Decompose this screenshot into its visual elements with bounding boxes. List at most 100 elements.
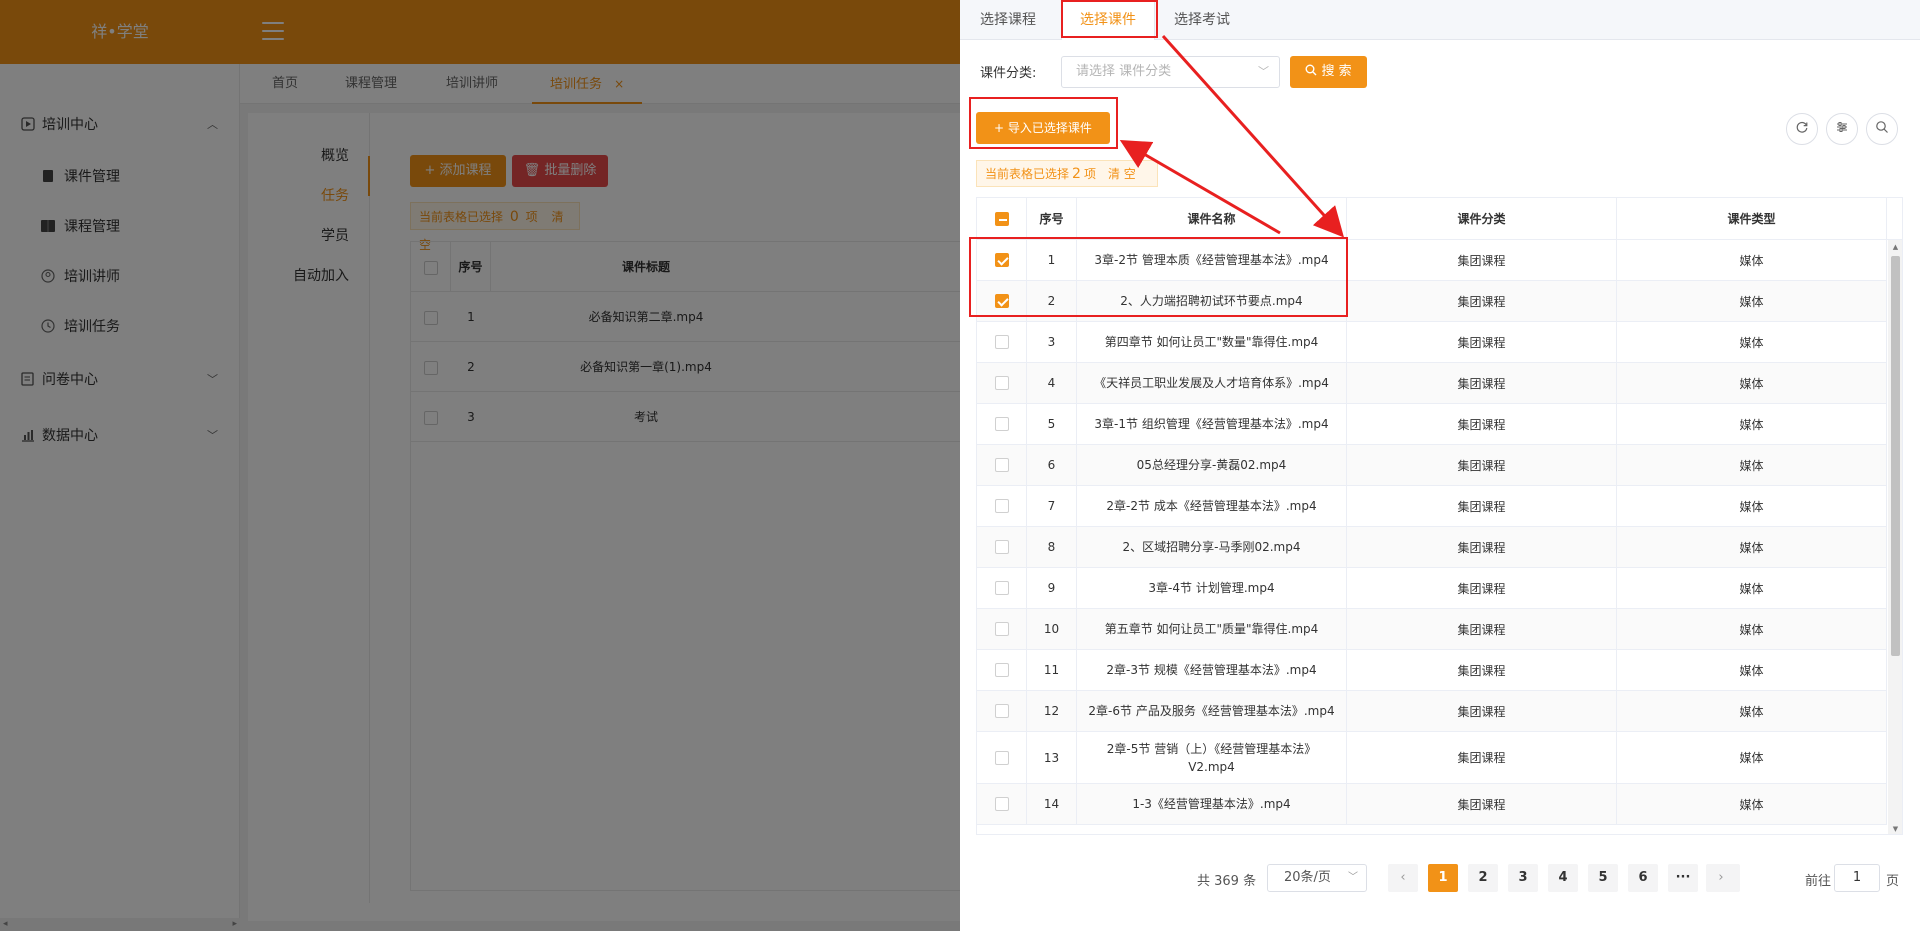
row-checkbox[interactable] (994, 540, 1009, 554)
table-row[interactable]: 14 1-3《经营管理基本法》.mp4 集团课程 媒体 (977, 784, 1887, 825)
table-row[interactable]: 3 第四章节 如何让员工"数量"靠得住.mp4 集团课程 媒体 (977, 322, 1887, 363)
table-row[interactable]: 13 2章-5节 营销（上）《经营管理基本法》V2.mp4 集团课程 媒体 (977, 732, 1887, 784)
chevron-left-icon: ‹ (1400, 870, 1406, 885)
row-checkbox[interactable] (994, 253, 1009, 267)
row-type: 媒体 (1617, 240, 1887, 280)
goto-page-input[interactable]: 1 (1834, 864, 1880, 892)
row-type: 媒体 (1617, 363, 1887, 403)
row-courseware-name: 3章-2节 管理本质《经营管理基本法》.mp4 (1077, 240, 1347, 280)
column-header-type: 课件类型 (1617, 198, 1887, 239)
table-row[interactable]: 2 2、人力端招聘初试环节要点.mp4 集团课程 媒体 (977, 281, 1887, 322)
column-header-name: 课件名称 (1077, 198, 1347, 239)
row-type: 媒体 (1617, 281, 1887, 321)
row-index: 10 (1027, 609, 1077, 649)
import-selected-button[interactable]: + 导入已选择课件 (976, 112, 1110, 144)
table-row[interactable]: 5 3章-1节 组织管理《经营管理基本法》.mp4 集团课程 媒体 (977, 404, 1887, 445)
row-checkbox[interactable] (994, 417, 1009, 431)
plus-icon: + (994, 121, 1008, 135)
page-button[interactable]: 5 (1588, 864, 1618, 892)
prev-page-button[interactable]: ‹ (1388, 864, 1418, 892)
scroll-up-icon[interactable]: ▲ (1888, 241, 1902, 253)
tab-select-exam[interactable]: 选择考试 (1174, 0, 1230, 40)
more-pages-icon[interactable]: ··· (1668, 864, 1698, 892)
row-checkbox[interactable] (994, 499, 1009, 513)
row-checkbox[interactable] (994, 335, 1009, 349)
table-row[interactable]: 4 《天祥员工职业发展及人才培育体系》.mp4 集团课程 媒体 (977, 363, 1887, 404)
chevron-down-icon: ﹀ (1348, 872, 1358, 883)
scroll-down-icon[interactable]: ▼ (1888, 823, 1902, 834)
page-button[interactable]: 2 (1468, 864, 1498, 892)
row-type: 媒体 (1617, 784, 1887, 824)
row-checkbox[interactable] (994, 704, 1009, 718)
column-settings-button[interactable] (1826, 113, 1858, 145)
selection-unit: 项 (1083, 167, 1096, 181)
page-button[interactable]: 1 (1428, 864, 1458, 892)
selection-info: 当前表格已选择 2 项清 空 (976, 160, 1158, 187)
row-checkbox[interactable] (994, 622, 1009, 636)
row-type: 媒体 (1617, 527, 1887, 567)
sliders-icon (1835, 120, 1849, 138)
row-checkbox[interactable] (994, 797, 1009, 811)
row-category: 集团课程 (1347, 240, 1617, 280)
row-category: 集团课程 (1347, 527, 1617, 567)
table-row[interactable]: 11 2章-3节 规模《经营管理基本法》.mp4 集团课程 媒体 (977, 650, 1887, 691)
row-category: 集团课程 (1347, 568, 1617, 608)
row-type: 媒体 (1617, 609, 1887, 649)
goto-page-suffix: 页 (1886, 874, 1900, 889)
category-select[interactable]: 请选择 课件分类 ﹀ (1061, 56, 1280, 88)
row-category: 集团课程 (1347, 784, 1617, 824)
row-category: 集团课程 (1347, 363, 1617, 403)
table-search-button[interactable] (1866, 113, 1898, 145)
row-index: 4 (1027, 363, 1077, 403)
button-label: 搜 索 (1321, 64, 1352, 79)
row-checkbox[interactable] (994, 663, 1009, 677)
page-button[interactable]: 3 (1508, 864, 1538, 892)
row-index: 13 (1027, 732, 1077, 783)
chevron-down-icon: ﹀ (1258, 65, 1269, 78)
table-header: 序号 课件名称 课件分类 课件类型 (977, 198, 1902, 240)
row-index: 12 (1027, 691, 1077, 731)
row-category: 集团课程 (1347, 445, 1617, 485)
row-checkbox[interactable] (994, 376, 1009, 390)
row-type: 媒体 (1617, 732, 1887, 783)
row-courseware-name: 2、区域招聘分享-马季刚02.mp4 (1077, 527, 1347, 567)
row-courseware-name: 《天祥员工职业发展及人才培育体系》.mp4 (1077, 363, 1347, 403)
row-category: 集团课程 (1347, 486, 1617, 526)
row-checkbox[interactable] (994, 458, 1009, 472)
table-row[interactable]: 1 3章-2节 管理本质《经营管理基本法》.mp4 集团课程 媒体 (977, 240, 1887, 281)
table-row[interactable]: 8 2、区域招聘分享-马季刚02.mp4 集团课程 媒体 (977, 527, 1887, 568)
row-type: 媒体 (1617, 486, 1887, 526)
pagination-total: 共 369 条 (1197, 874, 1257, 889)
search-button[interactable]: 搜 索 (1290, 56, 1367, 88)
page-size-select[interactable]: 20条/页 ﹀ (1267, 864, 1367, 892)
next-page-button[interactable]: › (1706, 864, 1736, 892)
drawer-tabs: 选择课程 选择课件 选择考试 (960, 0, 1920, 40)
page-button[interactable]: 4 (1548, 864, 1578, 892)
row-category: 集团课程 (1347, 691, 1617, 731)
vertical-scrollbar[interactable]: ▲ ▼ (1888, 240, 1902, 834)
table-row[interactable]: 7 2章-2节 成本《经营管理基本法》.mp4 集团课程 媒体 (977, 486, 1887, 527)
table-row[interactable]: 6 05总经理分享-黄磊02.mp4 集团课程 媒体 (977, 445, 1887, 486)
table-row[interactable]: 10 第五章节 如何让员工"质量"靠得住.mp4 集团课程 媒体 (977, 609, 1887, 650)
page-button[interactable]: 6 (1628, 864, 1658, 892)
clear-selection-link[interactable]: 清 空 (1108, 167, 1136, 181)
row-index: 2 (1027, 281, 1077, 321)
row-checkbox[interactable] (994, 581, 1009, 595)
courseware-table: 序号 课件名称 课件分类 课件类型 1 3章-2节 管理本质《经营管理基本法》.m… (976, 197, 1903, 835)
row-courseware-name: 2章-5节 营销（上）《经营管理基本法》V2.mp4 (1077, 732, 1347, 783)
row-category: 集团课程 (1347, 650, 1617, 690)
search-icon (1875, 120, 1889, 138)
tab-select-courseware[interactable]: 选择课件 (1061, 0, 1155, 40)
table-row[interactable]: 9 3章-4节 计划管理.mp4 集团课程 媒体 (977, 568, 1887, 609)
refresh-button[interactable] (1786, 113, 1818, 145)
scrollbar-thumb[interactable] (1891, 256, 1900, 656)
row-index: 11 (1027, 650, 1077, 690)
table-row[interactable]: 12 2章-6节 产品及服务《经营管理基本法》.mp4 集团课程 媒体 (977, 691, 1887, 732)
row-checkbox[interactable] (994, 294, 1009, 308)
row-type: 媒体 (1617, 445, 1887, 485)
row-checkbox[interactable] (994, 750, 1009, 765)
select-all-checkbox[interactable] (994, 211, 1009, 226)
tab-select-course[interactable]: 选择课程 (980, 0, 1036, 40)
chevron-right-icon: › (1718, 870, 1724, 885)
modal-overlay[interactable] (0, 0, 960, 931)
